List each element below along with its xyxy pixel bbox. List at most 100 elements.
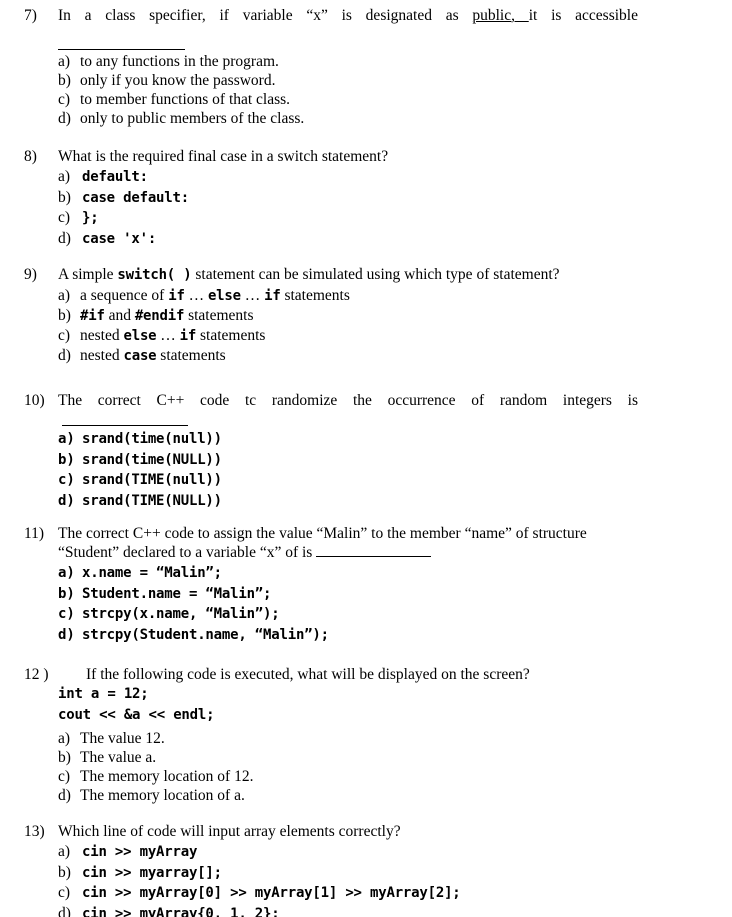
question-13-stem: 13) Which line of code will input array … [0,822,732,841]
question-7-stem: 7) In a class specifier, if variable “x”… [0,6,732,25]
question-13: 13) Which line of code will input array … [0,822,732,917]
option-row[interactable]: b) cin >> myarray[]; [0,863,732,884]
option-label: b) [58,749,71,766]
option-code: strcpy(Student.name, “Malin”); [82,626,329,643]
option-row[interactable]: a) srand(time(null)) [0,429,732,450]
stem-segment: statement can be simulated using which t… [191,266,560,283]
option-segment: nested [80,347,124,364]
question-7: 7) In a class specifier, if variable “x”… [0,6,732,128]
option-text: The value 12. [80,730,165,747]
question-11-number: 11) [24,525,45,542]
question-9: 9) A simple switch( ) statement can be s… [0,265,732,366]
option-row[interactable]: c) nested else … if statements [0,326,732,346]
question-12-code-line-1: int a = 12; [58,686,149,702]
option-row[interactable]: b) The value a. [0,748,732,767]
question-7-options: a) to any functions in the program. b) o… [0,52,732,128]
question-10-number: 10) [24,392,45,409]
option-label: d) [58,229,71,247]
stem-code-segment: switch( ) [117,267,192,283]
question-10-options: a) srand(time(null)) b) srand(time(NULL)… [0,429,732,511]
option-row[interactable]: a) to any functions in the program. [0,52,732,71]
question-13-number: 13) [24,823,45,840]
option-code-segment: if [168,288,185,304]
option-text: The memory location of 12. [80,768,254,785]
question-11: 11) The correct C++ code to assign the v… [0,524,732,645]
question-7-stem-part2: it is accessible [528,7,638,24]
option-label: a) [58,565,75,581]
option-code: srand(TIME(null)) [82,472,222,488]
option-code: strcpy(x.name, “Malin”); [82,606,280,622]
option-row[interactable]: d) case 'x': [0,229,732,250]
question-9-number: 9) [24,266,37,283]
option-row[interactable]: b) Student.name = “Malin”; [0,584,732,605]
question-13-stem-text: Which line of code will input array elem… [58,823,401,840]
option-text: to any functions in the program. [80,53,279,70]
question-9-options: a) a sequence of if … else … if statemen… [0,286,732,366]
option-row[interactable]: c) }; [0,208,732,229]
option-row[interactable]: c) cin >> myArray[0] >> myArray[1] >> my… [0,883,732,904]
option-code: case default: [82,189,189,206]
option-text: nested case statements [58,346,226,366]
question-8: 8) What is the required final case in a … [0,147,732,249]
option-label: d) [58,626,75,643]
option-row[interactable]: a) The value 12. [0,729,732,748]
option-row[interactable]: c) to member functions of that class. [0,90,732,109]
option-label: d) [58,492,75,509]
question-8-stem: 8) What is the required final case in a … [0,147,732,166]
option-label: a) [58,287,71,304]
option-label: c) [58,91,71,108]
question-11-inline-blank [316,545,432,557]
option-label: d) [58,347,71,364]
option-row[interactable]: a) x.name = “Malin”; [0,563,732,584]
option-segment: a sequence of [80,287,169,304]
option-label: a) [58,843,71,860]
question-12-stem-text: If the following code is executed, what … [86,666,530,683]
option-segment: and [104,307,135,324]
option-row[interactable]: b) only if you know the password. [0,71,732,90]
question-12-options: a) The value 12. b) The value a. c) The … [0,729,732,805]
option-code-segment: else [123,328,157,344]
option-row[interactable]: c) The memory location of 12. [0,767,732,786]
option-row[interactable]: a) a sequence of if … else … if statemen… [0,286,732,306]
option-code: case 'x': [82,230,157,247]
option-text: only if you know the password. [80,72,276,89]
option-label: c) [58,209,71,226]
option-code-segment: if [264,288,281,304]
option-label: b) [58,188,71,206]
option-row[interactable]: b) srand(time(NULL)) [0,450,732,471]
option-row[interactable]: b) case default: [0,188,732,209]
option-row[interactable]: c) strcpy(x.name, “Malin”); [0,604,732,625]
option-text: #if and #endif statements [58,306,254,326]
option-row[interactable]: d) strcpy(Student.name, “Malin”); [0,625,732,646]
option-label: b) [58,863,71,881]
option-row[interactable]: d) The memory location of a. [0,786,732,805]
option-segment: nested [80,327,124,344]
option-code: cin >> myArray[0] >> myArray[1] >> myArr… [82,885,461,901]
option-row[interactable]: b) #if and #endif statements [0,306,732,326]
option-row[interactable]: c) srand(TIME(null)) [0,470,732,491]
option-row[interactable]: a) default: [0,167,732,188]
option-row[interactable]: d) srand(TIME(NULL)) [0,491,732,512]
option-label: b) [58,585,75,602]
question-11-stem-line1: The correct C++ code to assign the value… [58,525,587,542]
option-label: c) [58,327,71,344]
option-row[interactable]: a) cin >> myArray [0,842,732,863]
question-7-number: 7) [24,7,37,24]
option-label: d) [58,110,71,127]
question-7-stem-part1: In a class specifier, if variable “x” is… [58,7,473,24]
option-row[interactable]: d) cin >> myArray{0, 1, 2}; [0,904,732,917]
option-label: b) [58,307,71,324]
question-12-code-line-2: cout << &a << endl; [58,707,215,723]
option-segment: … [184,287,208,304]
question-10-answer-blank-rule [62,425,188,426]
question-8-stem-text: What is the required final case in a swi… [58,148,389,165]
option-code-segment: else [207,288,241,304]
question-11-stem: 11) The correct C++ code to assign the v… [0,524,732,562]
option-label: b) [58,72,71,89]
option-row[interactable]: d) nested case statements [0,346,732,366]
option-code: srand(time(null)) [82,431,222,447]
option-text: only to public members of the class. [80,110,305,127]
option-code: Student.name = “Malin”; [82,585,272,602]
option-row[interactable]: d) only to public members of the class. [0,109,732,128]
stem-segment: A simple [58,266,118,283]
